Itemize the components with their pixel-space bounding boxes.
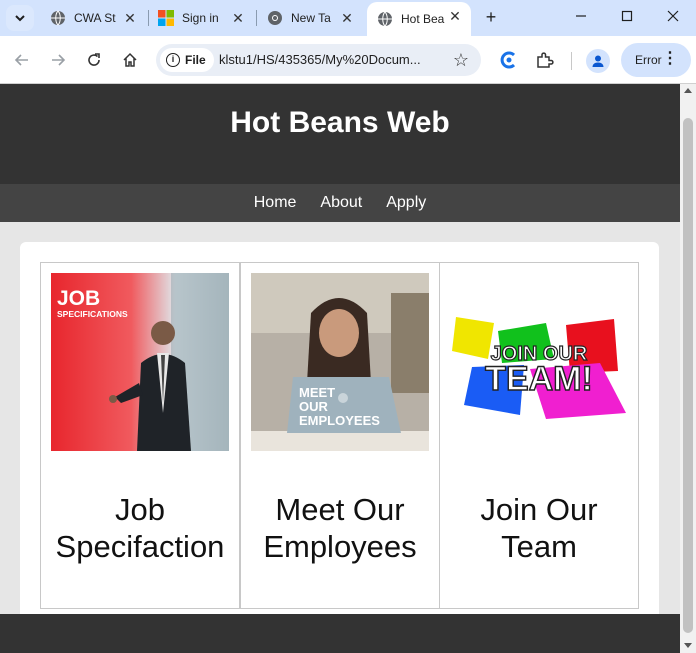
site-title: Hot Beans Web <box>230 106 450 139</box>
tab-title: CWA St <box>74 11 116 25</box>
page-viewport: Hot Beans Web Home About Apply JOB SPECI… <box>0 84 680 653</box>
site-header: Hot Beans Web <box>0 84 680 184</box>
close-icon <box>667 10 679 22</box>
globe-icon <box>378 11 392 27</box>
forward-button[interactable] <box>46 48 70 72</box>
site-info-chip[interactable]: i File <box>160 48 214 72</box>
site-nav: Home About Apply <box>0 184 680 222</box>
join-our-team-image[interactable]: JOIN OUR TEAM! <box>450 273 628 451</box>
toolbar-separator <box>571 52 572 70</box>
arrow-right-icon <box>52 54 66 66</box>
card-caption[interactable]: Join Our Team <box>440 491 638 565</box>
scroll-up-arrow[interactable] <box>684 88 692 93</box>
extension-c-icon[interactable] <box>498 49 520 71</box>
card-caption[interactable]: Job Specifaction <box>41 491 239 565</box>
image-text-small: SPECIFICATIONS <box>57 309 128 319</box>
close-icon[interactable]: ✕ <box>122 10 138 26</box>
url-text[interactable]: klstu1/HS/435365/My%20Docum... <box>219 52 421 67</box>
tab-cwa[interactable]: CWA St ✕ <box>40 4 146 32</box>
chevron-down-icon <box>15 15 25 22</box>
bookmark-star-icon[interactable]: ☆ <box>453 50 469 71</box>
tab-hot-beans[interactable]: Hot Bea ✕ <box>367 2 471 36</box>
person-icon <box>592 55 604 67</box>
tab-search-button[interactable] <box>6 5 34 31</box>
close-icon[interactable]: ✕ <box>447 8 463 24</box>
tab-strip: CWA St ✕ Sign in ✕ New Ta ✕ Hot Bea ✕ + <box>0 0 696 36</box>
more-vert-icon: ⋮ <box>662 50 678 67</box>
tab-title: Hot Bea <box>401 12 445 26</box>
maximize-button[interactable] <box>616 6 638 28</box>
error-label: Error <box>635 53 662 67</box>
job-specifications-image[interactable]: JOB SPECIFICATIONS <box>51 273 229 451</box>
content-panel: JOB SPECIFICATIONS Job Specifaction MEET… <box>20 242 659 622</box>
image-text-big: TEAM! <box>485 360 593 398</box>
profile-avatar[interactable] <box>586 49 610 73</box>
image-text-line1: MEET <box>299 385 335 400</box>
image-text-line3: EMPLOYEES <box>299 413 380 428</box>
reload-icon <box>88 53 100 66</box>
site-info-label: File <box>185 53 206 67</box>
scroll-thumb[interactable] <box>683 118 693 633</box>
tab-title: New Ta <box>291 11 331 25</box>
minimize-icon <box>576 15 586 17</box>
minimize-button[interactable] <box>570 6 592 28</box>
image-text-line2: OUR <box>299 399 329 414</box>
back-button[interactable] <box>10 48 34 72</box>
chrome-icon <box>268 11 282 25</box>
globe-icon <box>51 10 65 26</box>
nav-about[interactable]: About <box>320 194 362 212</box>
extensions-puzzle-icon[interactable] <box>534 49 556 71</box>
page-scrollbar[interactable] <box>680 84 696 653</box>
close-icon[interactable]: ✕ <box>339 10 355 26</box>
card-meet-employees[interactable]: MEET OUR EMPLOYEES Meet Our Employees <box>240 262 440 609</box>
card-job-specification[interactable]: JOB SPECIFICATIONS Job Specifaction <box>40 262 240 609</box>
tab-new-tab[interactable]: New Ta ✕ <box>257 4 363 32</box>
site-footer <box>0 614 680 653</box>
meet-employees-image[interactable]: MEET OUR EMPLOYEES <box>251 273 429 451</box>
arrow-left-icon <box>14 54 28 66</box>
nav-home[interactable]: Home <box>254 194 297 212</box>
card-join-team[interactable]: JOIN OUR TEAM! Join Our Team <box>439 262 639 609</box>
image-text-big: JOB <box>57 287 100 310</box>
scroll-down-arrow[interactable] <box>684 643 692 648</box>
new-tab-button[interactable]: + <box>480 6 502 28</box>
home-button[interactable] <box>118 48 142 72</box>
maximize-icon <box>621 10 633 22</box>
tab-sign-in[interactable]: Sign in ✕ <box>148 4 254 32</box>
card-caption[interactable]: Meet Our Employees <box>241 491 439 565</box>
close-window-button[interactable] <box>662 6 684 28</box>
home-icon <box>123 52 137 67</box>
address-bar[interactable]: i File klstu1/HS/435365/My%20Docum... ☆ <box>156 44 481 76</box>
reload-button[interactable] <box>82 48 106 72</box>
nav-apply[interactable]: Apply <box>386 194 426 212</box>
close-icon[interactable]: ✕ <box>230 10 246 26</box>
tab-title: Sign in <box>182 11 219 25</box>
browser-toolbar: i File klstu1/HS/435365/My%20Docum... ☆ … <box>0 36 696 84</box>
error-menu-button[interactable]: Error ⋮ <box>621 43 691 77</box>
info-icon: i <box>166 53 180 67</box>
microsoft-icon <box>158 10 174 26</box>
